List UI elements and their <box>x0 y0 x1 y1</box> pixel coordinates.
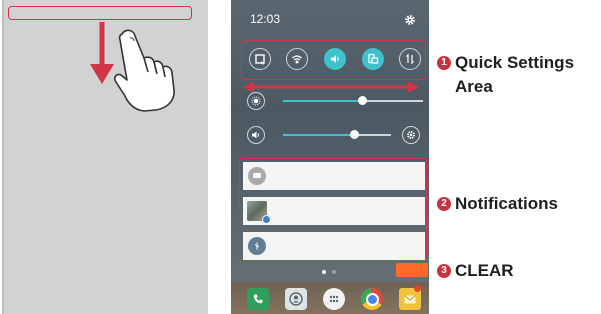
phone-screen: 12:03 <box>231 0 429 314</box>
chrome-center-icon <box>365 292 379 306</box>
callout-label-clear: CLEAR <box>455 261 514 280</box>
brightness-icon <box>247 92 265 110</box>
contacts-icon[interactable] <box>285 288 307 310</box>
callout-number-2: 2 <box>437 197 451 211</box>
swipe-down-arrow-icon <box>90 22 114 84</box>
swipe-illustration-panel <box>2 0 208 314</box>
chrome-icon[interactable] <box>361 288 383 310</box>
volume-track-rest <box>358 134 391 136</box>
sound-icon[interactable] <box>324 48 346 70</box>
rotation-icon[interactable] <box>362 48 384 70</box>
screenshot-icon[interactable] <box>249 48 271 70</box>
sound-settings-gear-icon[interactable] <box>402 126 420 144</box>
phone-icon[interactable] <box>247 288 269 310</box>
apps-icon[interactable] <box>323 288 345 310</box>
email-icon[interactable] <box>399 285 421 310</box>
brightness-track-rest <box>365 100 423 102</box>
page-indicator-active <box>322 270 326 274</box>
volume-track-fill <box>283 134 352 136</box>
callout-number-1: 1 <box>437 56 451 70</box>
callout-label-notifications: Notifications <box>455 194 558 213</box>
settings-gear-icon[interactable] <box>404 14 416 26</box>
usb-icon <box>248 237 266 255</box>
pointing-hand-icon <box>114 29 175 112</box>
brightness-slider-thumb[interactable] <box>358 96 367 105</box>
volume-icon <box>247 126 265 144</box>
status-time: 12:03 <box>250 12 281 26</box>
photo-badge-icon <box>262 215 271 224</box>
message-icon <box>248 167 266 185</box>
data-icon[interactable] <box>399 48 421 70</box>
callout-label-area: Area <box>455 77 493 96</box>
notification-item[interactable] <box>243 197 425 225</box>
notification-item[interactable] <box>243 162 425 190</box>
clear-button[interactable] <box>396 263 428 277</box>
callout-label-quick-settings: Quick Settings <box>455 53 575 72</box>
wifi-icon[interactable] <box>286 48 308 70</box>
page-indicator <box>332 270 336 274</box>
brightness-slider[interactable] <box>247 92 425 114</box>
volume-slider-thumb[interactable] <box>350 130 359 139</box>
callout-number-3: 3 <box>437 264 451 278</box>
swipe-down-graphic <box>90 22 175 112</box>
notification-item[interactable] <box>243 232 425 260</box>
volume-slider[interactable] <box>247 126 425 148</box>
brightness-track-fill <box>283 100 361 102</box>
email-badge-icon <box>414 285 421 292</box>
